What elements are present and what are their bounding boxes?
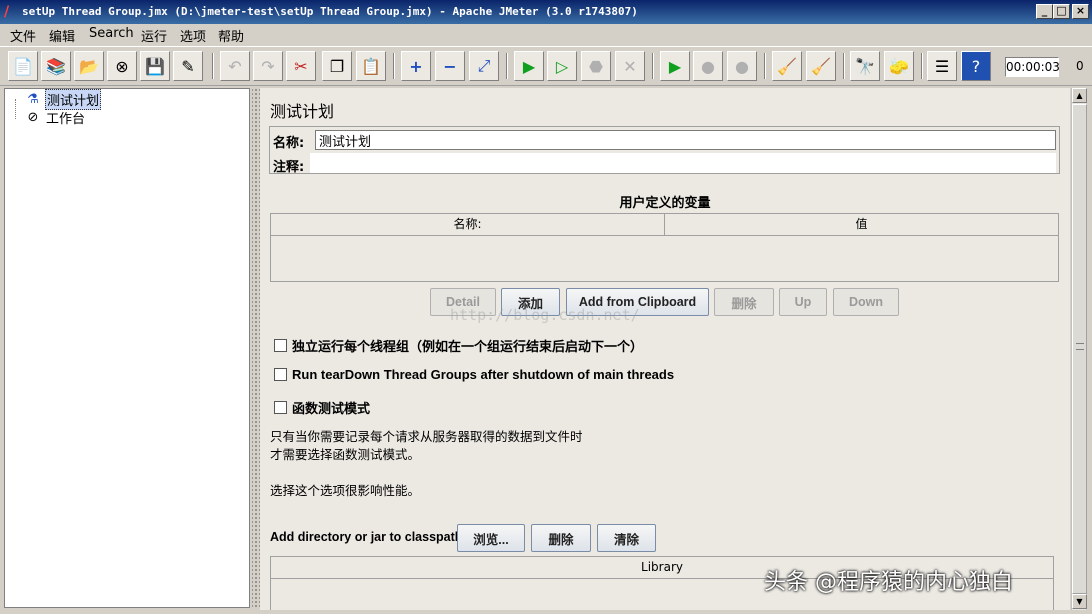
user-variables-title: 用户定义的变量 — [619, 196, 711, 211]
toolbar-separator — [506, 53, 508, 79]
workbench-icon: ⊘ — [27, 110, 39, 125]
minimize-button[interactable]: _ — [1036, 4, 1053, 19]
scroll-up-arrow-icon[interactable]: ▲ — [1072, 88, 1087, 103]
collapse-icon[interactable]: − — [435, 51, 465, 81]
serialize-thread-groups-option[interactable]: 独立运行每个线程组（例如在一个组运行结束后启动下一个） — [274, 336, 643, 355]
comment-field[interactable] — [310, 153, 1056, 173]
jmeter-feather-icon: / — [4, 4, 10, 20]
window-title: setUp Thread Group.jmx (D:\jmeter-test\s… — [22, 5, 638, 18]
name-label: 名称: — [273, 136, 305, 151]
cut-icon[interactable]: ✂ — [286, 51, 316, 81]
clear-classpath-button[interactable]: 清除 — [597, 524, 656, 552]
serialize-label: 独立运行每个线程组（例如在一个组运行结束后启动下一个） — [292, 340, 644, 355]
test-plan-panel: 测试计划 名称: 注释: 用户定义的变量 名称: 值 Detail 添加 Add… — [260, 88, 1070, 610]
teardown-checkbox[interactable] — [274, 368, 287, 381]
search-binoculars-icon[interactable]: 🔭 — [850, 51, 880, 81]
toggle-icon[interactable]: ⤢ — [469, 51, 499, 81]
menu-options[interactable]: 选项 — [178, 26, 208, 45]
classpath-label: Add directory or jar to classpath — [270, 530, 463, 544]
clear-icon[interactable]: 🧹 — [772, 51, 802, 81]
toolbar-separator — [393, 53, 395, 79]
tree-connector — [15, 99, 16, 119]
column-header-name[interactable]: 名称: — [271, 214, 665, 236]
error-count: 0 — [1076, 59, 1084, 73]
close-button[interactable]: × — [1072, 4, 1089, 19]
up-button[interactable]: Up — [779, 288, 827, 316]
test-plan-icon: ⚗ — [27, 92, 39, 107]
remote-stop-icon[interactable]: ● — [693, 51, 723, 81]
tree-item-test-plan[interactable]: ⚗ 测试计划 — [25, 89, 102, 110]
delete-classpath-button[interactable]: 删除 — [531, 524, 591, 552]
comment-label: 注释: — [273, 160, 305, 175]
redo-icon[interactable]: ↷ — [253, 51, 283, 81]
menu-search[interactable]: Search — [87, 26, 136, 41]
delete-variable-button[interactable]: 删除 — [714, 288, 774, 316]
serialize-checkbox[interactable] — [274, 339, 287, 352]
browse-button[interactable]: 浏览... — [457, 524, 525, 552]
menu-help[interactable]: 帮助 — [216, 26, 246, 45]
functional-mode-option[interactable]: 函数测试模式 — [274, 398, 370, 417]
toolbar: 📄 📚 📂 ⊗ 💾 ✎ ↶ ↷ ✂ ❐ 📋 + − ⤢ ▶ ▷ ⬣ ✕ ▶ ● … — [0, 46, 1092, 86]
menu-file[interactable]: 文件 — [8, 26, 38, 45]
remote-shutdown-icon[interactable]: ● — [727, 51, 757, 81]
toolbar-separator — [764, 53, 766, 79]
tree-item-label: 工作台 — [46, 112, 86, 127]
menu-run[interactable]: 运行 — [139, 26, 169, 45]
menu-edit[interactable]: 编辑 — [47, 26, 77, 45]
scroll-down-arrow-icon[interactable]: ▼ — [1072, 594, 1087, 609]
paste-icon[interactable]: 📋 — [356, 51, 386, 81]
tree-item-workbench[interactable]: ⊘ 工作台 — [25, 108, 86, 127]
help-icon[interactable]: ? — [961, 51, 991, 81]
down-button[interactable]: Down — [833, 288, 899, 316]
pane-splitter[interactable] — [252, 88, 260, 608]
toolbar-separator — [921, 53, 923, 79]
teardown-label: Run tearDown Thread Groups after shutdow… — [292, 367, 675, 382]
functional-mode-note-2: 才需要选择函数测试模式。 — [270, 447, 421, 462]
toolbar-separator — [652, 53, 654, 79]
toolbar-separator — [843, 53, 845, 79]
undo-icon[interactable]: ↶ — [220, 51, 250, 81]
functional-mode-label: 函数测试模式 — [292, 402, 371, 417]
copy-icon[interactable]: ❐ — [322, 51, 352, 81]
shutdown-icon[interactable]: ✕ — [615, 51, 645, 81]
scrollbar-grip-icon — [1076, 343, 1084, 350]
maximize-button[interactable]: □ — [1053, 4, 1070, 19]
functional-mode-checkbox[interactable] — [274, 401, 287, 414]
remote-start-icon[interactable]: ▶ — [660, 51, 690, 81]
teardown-on-shutdown-option[interactable]: Run tearDown Thread Groups after shutdow… — [274, 367, 674, 382]
elapsed-timer: 00:00:03 — [1005, 57, 1060, 77]
new-icon[interactable]: 📄 — [8, 51, 38, 81]
watermark: http://blog.csdn.net/ — [450, 306, 640, 324]
test-plan-tree[interactable]: ⚗ 测试计划 ⊘ 工作台 — [4, 88, 250, 608]
functional-mode-note-1: 只有当你需要记录每个请求从服务器取得的数据到文件时 — [270, 429, 583, 444]
function-helper-icon[interactable]: ☰ — [927, 51, 957, 81]
save-as-icon[interactable]: ✎ — [173, 51, 203, 81]
page-title: 测试计划 — [270, 102, 335, 121]
clear-all-icon[interactable]: 🧹 — [806, 51, 836, 81]
start-icon[interactable]: ▶ — [514, 51, 544, 81]
menu-bar: 文件 编辑 Search 运行 选项 帮助 — [0, 24, 1092, 46]
expand-icon[interactable]: + — [401, 51, 431, 81]
name-comment-box: 名称: 注释: — [269, 126, 1060, 175]
toolbar-separator — [212, 53, 214, 79]
title-bar: / setUp Thread Group.jmx (D:\jmeter-test… — [0, 0, 1092, 24]
tree-item-label: 测试计划 — [45, 89, 102, 110]
templates-icon[interactable]: 📚 — [41, 51, 71, 81]
start-no-pause-icon[interactable]: ▷ — [547, 51, 577, 81]
reset-search-icon[interactable]: 🧽 — [884, 51, 914, 81]
save-icon[interactable]: 💾 — [140, 51, 170, 81]
user-variables-table[interactable]: 名称: 值 — [270, 213, 1059, 282]
column-header-value[interactable]: 值 — [665, 214, 1058, 236]
vertical-scrollbar[interactable]: ▲ ▼ — [1071, 88, 1087, 610]
scrollbar-thumb[interactable] — [1072, 104, 1087, 594]
close-file-icon[interactable]: ⊗ — [107, 51, 137, 81]
open-icon[interactable]: 📂 — [74, 51, 104, 81]
stop-icon[interactable]: ⬣ — [581, 51, 611, 81]
name-field[interactable] — [315, 130, 1056, 150]
performance-note: 选择这个选项很影响性能。 — [270, 483, 421, 498]
author-watermark: 头条 @程序猿的内心独白 — [764, 570, 1013, 595]
